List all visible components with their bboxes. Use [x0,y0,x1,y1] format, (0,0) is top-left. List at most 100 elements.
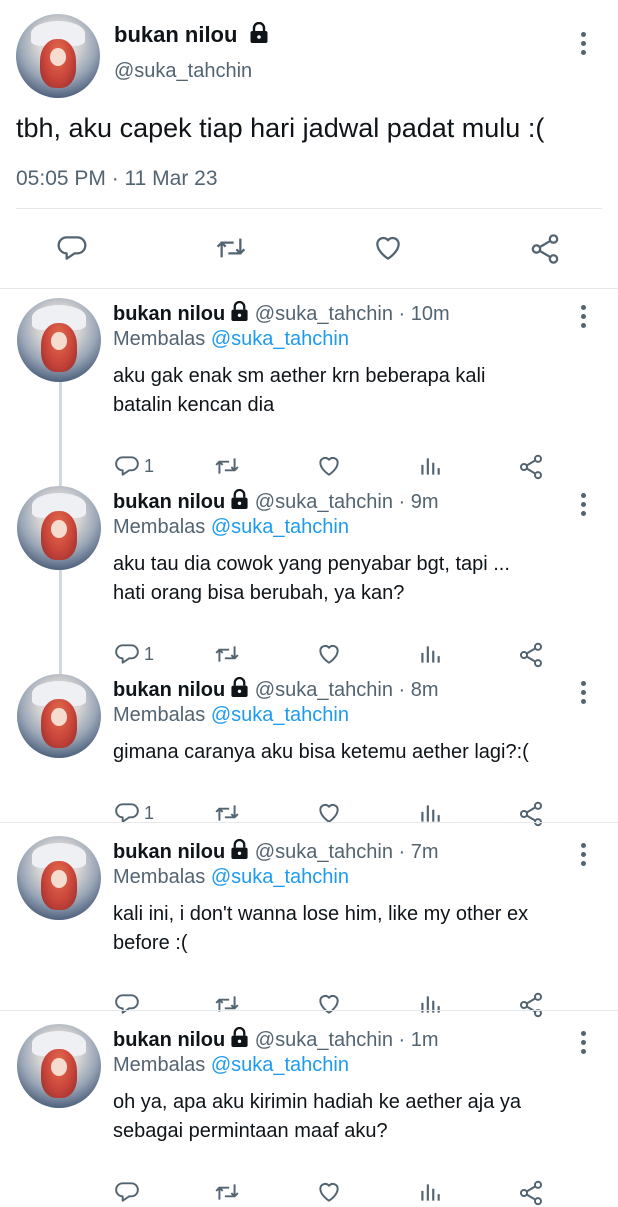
divider [16,208,602,209]
tweet-time[interactable]: · 9m [399,491,439,513]
share-icon [519,642,543,668]
avatar[interactable] [16,14,100,98]
more-icon[interactable] [581,493,587,520]
lock-icon [230,838,249,866]
replying-to: Membalas @suka_tahchin [113,516,349,539]
tweet-timestamp[interactable]: 05:05 PM · 11 Mar 23 [16,167,218,191]
replying-to: Membalas @suka_tahchin [113,328,349,351]
replying-label: Membalas [113,516,206,538]
reply-text-line: aku gak enak sm aether krn beberapa kali [113,365,486,387]
share-button[interactable] [517,453,545,481]
reply-button[interactable]: 1 [113,453,154,479]
retweet-icon [215,1184,239,1200]
share-button[interactable] [517,991,545,1019]
retweet-button[interactable] [212,641,242,667]
display-name[interactable]: bukan nilou [113,491,225,513]
more-icon[interactable] [581,1031,587,1058]
display-name[interactable]: bukan nilou [113,679,225,701]
lock-icon [230,488,249,516]
handle[interactable]: @suka_tahchin [255,841,393,863]
mention-link[interactable]: @suka_tahchin [211,704,349,726]
like-button[interactable] [315,1179,343,1205]
main-author[interactable]: bukan nilou [114,21,269,50]
display-name[interactable]: bukan nilou [114,22,237,47]
mention-link[interactable]: @suka_tahchin [211,866,349,888]
analytics-button[interactable] [417,453,443,479]
share-icon [519,1180,543,1206]
tweet-time[interactable]: · 7m [399,841,439,863]
tweet-time[interactable]: · 8m [399,679,439,701]
display-name[interactable]: bukan nilou [113,303,225,325]
avatar[interactable] [17,836,101,920]
replying-label: Membalas [113,328,206,350]
analytics-button[interactable] [417,641,443,667]
reply-text-line: oh ya, apa aku kirimin hadiah ke aether … [113,1091,522,1113]
reply-text-line: sebagai permintaan maaf aku? [113,1120,388,1142]
display-name[interactable]: bukan nilou [113,1029,225,1051]
divider [0,288,618,289]
share-icon [519,801,543,827]
mention-link[interactable]: @suka_tahchin [211,1054,349,1076]
avatar[interactable] [17,486,101,570]
analytics-icon [421,646,440,663]
reply-button[interactable] [113,1179,144,1205]
heart-icon [319,456,339,476]
more-icon[interactable] [581,32,587,59]
analytics-button[interactable] [417,1179,443,1205]
analytics-icon [421,458,440,475]
heart-icon [319,1182,339,1202]
share-button[interactable] [517,1179,545,1207]
retweet-button[interactable] [213,232,249,264]
mention-link[interactable]: @suka_tahchin [211,328,349,350]
reply-text-line: before :( [113,932,188,954]
retweet-button[interactable] [212,991,242,1017]
thread-line [59,566,62,675]
reply-text: gimana caranya aku bisa ketemu aether la… [113,738,529,767]
reply-count: 1 [144,455,155,476]
avatar[interactable] [17,674,101,758]
avatar[interactable] [17,1024,101,1108]
more-icon[interactable] [581,843,587,870]
lock-icon [230,676,249,704]
share-icon [531,234,559,264]
handle[interactable]: @suka_tahchin [255,1029,393,1051]
display-name[interactable]: bukan nilou [113,841,225,863]
analytics-icon [421,1184,440,1201]
analytics-button[interactable] [417,991,443,1017]
reply-count: 1 [144,802,155,823]
reply-icon [57,236,87,260]
lock-icon [230,300,249,328]
like-button[interactable] [371,232,405,264]
reply-text: oh ya, apa aku kirimin hadiah ke aether … [113,1088,521,1146]
reply-button[interactable] [113,991,144,1017]
retweet-icon [215,458,239,474]
reply-button[interactable] [55,232,89,264]
avatar[interactable] [17,298,101,382]
share-button[interactable] [517,641,545,669]
share-button[interactable] [528,232,562,266]
more-icon[interactable] [581,305,587,332]
handle[interactable]: @suka_tahchin [255,679,393,701]
tweet-time[interactable]: · 10m [399,303,450,325]
reply-button[interactable]: 1 [113,641,154,667]
like-button[interactable] [315,991,343,1017]
tweet-time[interactable]: · 1m [399,1029,439,1051]
mention-link[interactable]: @suka_tahchin [211,516,349,538]
share-icon [519,992,543,1018]
reply-count: 1 [144,643,155,664]
retweet-button[interactable] [212,1179,242,1205]
reply-text-line: hati orang bisa berubah, ya kan? [113,582,405,604]
handle[interactable]: @suka_tahchin [255,491,393,513]
retweet-icon [215,646,239,662]
retweet-button[interactable] [212,453,242,479]
handle[interactable]: @suka_tahchin [255,303,393,325]
like-button[interactable] [315,641,343,667]
more-icon[interactable] [581,681,587,708]
heart-icon [319,644,339,664]
handle[interactable]: @suka_tahchin [114,60,252,83]
lock-icon [230,1026,249,1054]
like-button[interactable] [315,453,343,479]
replying-to: Membalas @suka_tahchin [113,704,349,727]
reply-text-line: gimana caranya aku bisa ketemu aether la… [113,741,529,763]
share-button[interactable] [517,800,545,828]
